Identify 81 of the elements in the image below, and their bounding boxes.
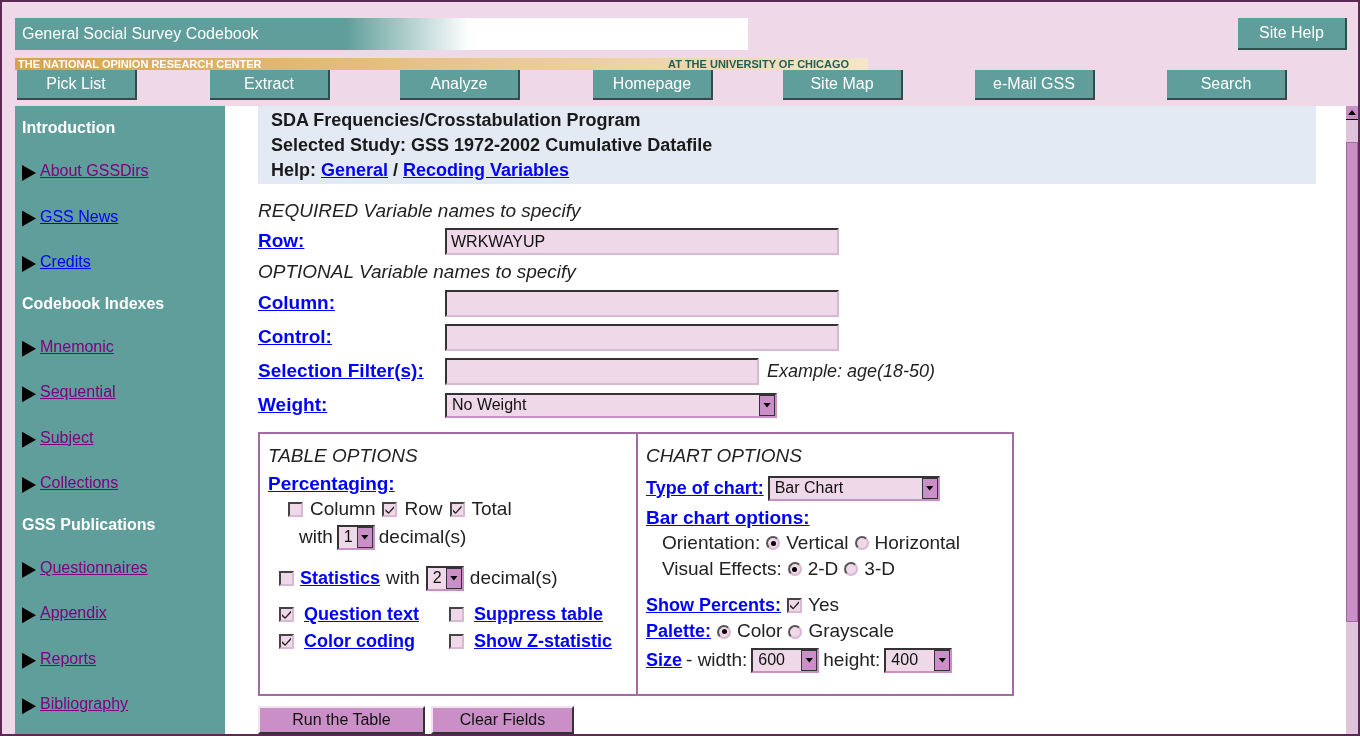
- section-title: CHART OPTIONS: [646, 444, 803, 468]
- checkbox-label: Total: [471, 497, 512, 522]
- group-label: Orientation:: [662, 530, 761, 555]
- weight-dropdown[interactable]: No Weight: [445, 392, 777, 418]
- option-link[interactable]: Palette:: [646, 618, 712, 645]
- checkbox[interactable]: [449, 502, 465, 517]
- site-title: General Social Survey Codebook: [15, 18, 748, 50]
- checkbox-label: Column: [310, 497, 376, 522]
- radio-label: Horizontal: [874, 530, 961, 555]
- radio-button[interactable]: [766, 536, 781, 550]
- checkbox[interactable]: [449, 634, 464, 649]
- option-link[interactable]: Color coding: [304, 628, 415, 655]
- option-link[interactable]: Statistics: [300, 564, 381, 592]
- chart-type-dropdown[interactable]: Bar Chart: [767, 475, 940, 501]
- checkbox-label: Yes: [808, 592, 840, 617]
- radio-label: 3-D: [864, 556, 895, 581]
- option-label: height:: [823, 647, 881, 672]
- decimals-dropdown[interactable]: 1: [336, 524, 375, 550]
- help-link[interactable]: General: [321, 157, 389, 183]
- radio-label: Grayscale: [808, 619, 894, 644]
- option-link[interactable]: Percentaging:: [268, 470, 395, 496]
- sidebar-heading: GSS Publications: [22, 514, 157, 535]
- radio-label: 2-D: [807, 556, 839, 581]
- form-note: REQUIRED Variable names to specify: [258, 199, 583, 223]
- option-label: with: [299, 524, 333, 549]
- field-label[interactable]: Row:: [258, 227, 445, 256]
- checkbox-label: Row: [404, 497, 443, 522]
- option-link[interactable]: Suppress table: [474, 601, 604, 628]
- help-link[interactable]: Recoding Variables: [403, 157, 570, 183]
- option-label: with: [386, 565, 420, 590]
- form-button[interactable]: Run the Table: [258, 706, 425, 734]
- group-label: Visual Effects:: [662, 556, 782, 581]
- form-note: OPTIONAL Variable names to specify: [258, 260, 578, 284]
- text-input[interactable]: [445, 289, 839, 317]
- section-title: TABLE OPTIONS: [268, 444, 419, 468]
- field-label[interactable]: Weight:: [258, 390, 445, 420]
- option-label: - width:: [686, 647, 748, 672]
- radio-label: Color: [737, 619, 783, 644]
- radio-button[interactable]: [787, 562, 802, 576]
- link-separator: /: [393, 158, 399, 182]
- checkbox[interactable]: [279, 570, 294, 586]
- checkbox[interactable]: [449, 607, 464, 622]
- scrollbar[interactable]: [1346, 106, 1358, 734]
- scroll-thumb[interactable]: [1346, 142, 1358, 622]
- radio-button[interactable]: [854, 536, 869, 550]
- radio-button[interactable]: [717, 624, 732, 639]
- program-title: SDA Frequencies/Crosstabulation Program: [271, 108, 642, 132]
- radio-button[interactable]: [844, 562, 859, 576]
- text-input[interactable]: [445, 323, 839, 351]
- option-label: decimal(s): [378, 524, 467, 549]
- text-input[interactable]: [445, 357, 759, 385]
- form-button[interactable]: Clear Fields: [431, 706, 574, 734]
- option-link[interactable]: Type of chart:: [646, 474, 764, 502]
- option-link[interactable]: Show Percents:: [646, 591, 782, 619]
- height-dropdown[interactable]: 400: [884, 647, 953, 673]
- checkbox[interactable]: [279, 634, 294, 649]
- field-label[interactable]: Selection Filter(s):: [258, 356, 445, 386]
- university-name: AT THE UNIVERSITY OF CHICAGO: [668, 58, 850, 70]
- option-link[interactable]: Question text: [304, 601, 419, 628]
- text-input[interactable]: WRKWAYUP: [445, 228, 839, 255]
- scroll-up-icon[interactable]: [1346, 106, 1358, 120]
- field-label[interactable]: Control:: [258, 322, 445, 352]
- help-label: Help:: [271, 158, 316, 182]
- example-hint: Example: age(18-50): [767, 359, 936, 383]
- option-link[interactable]: Bar chart options:: [646, 504, 810, 530]
- option-link[interactable]: Size: [646, 646, 683, 674]
- radio-button[interactable]: [788, 624, 803, 639]
- decimals-dropdown[interactable]: 2: [425, 565, 464, 591]
- checkbox[interactable]: [288, 502, 303, 517]
- radio-label: Vertical: [786, 530, 849, 555]
- sidebar-heading: Introduction: [22, 118, 117, 138]
- checkbox[interactable]: [382, 502, 398, 517]
- sidebar-heading: Codebook Indexes: [22, 293, 166, 314]
- org-name: THE NATIONAL OPINION RESEARCH CENTER: [17, 58, 263, 70]
- option-label: decimal(s): [469, 565, 558, 590]
- option-link[interactable]: Show Z-statistic: [474, 628, 612, 655]
- width-dropdown[interactable]: 600: [751, 647, 820, 673]
- field-label[interactable]: Column:: [258, 288, 445, 318]
- checkbox[interactable]: [787, 597, 803, 613]
- study-name: Selected Study: GSS 1972-2002 Cumulative Datafile: [271, 133, 714, 157]
- checkbox[interactable]: [279, 607, 294, 622]
